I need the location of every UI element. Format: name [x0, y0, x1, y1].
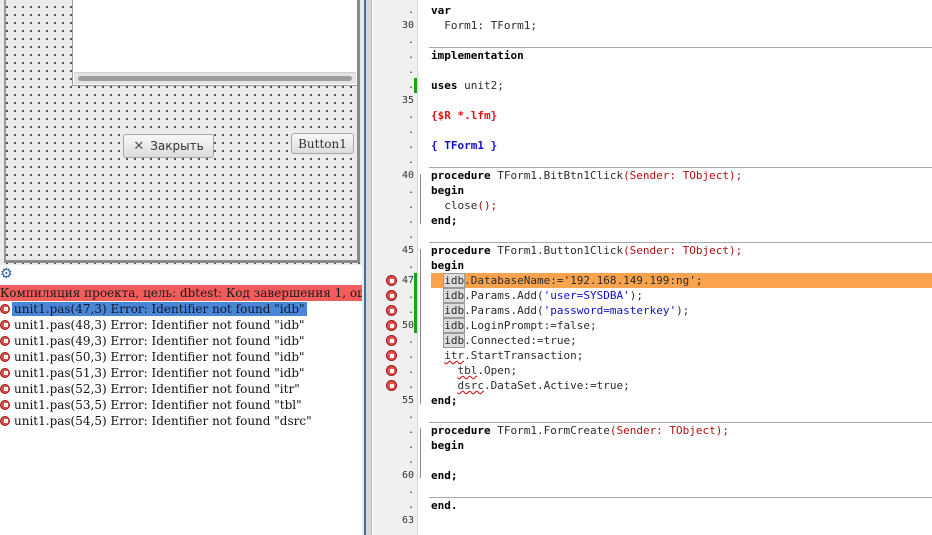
- line-number: 55: [401, 395, 414, 406]
- message-item[interactable]: unit1.pas(48,3) Error: Identifier not fo…: [0, 317, 362, 333]
- line-number: .: [407, 50, 414, 61]
- error-marker-icon[interactable]: [386, 380, 397, 391]
- button1[interactable]: Button1: [291, 133, 354, 154]
- messages-toolbar: ⚙: [0, 265, 362, 285]
- line-number: .: [407, 485, 414, 496]
- code-line: procedure TForm1.Button1Click(Sender: TO…: [431, 244, 743, 257]
- line-number: .: [407, 425, 414, 436]
- line-number: .: [407, 65, 414, 76]
- line-number: .: [407, 410, 414, 421]
- error-marker-icon[interactable]: [386, 320, 397, 331]
- line-number: .: [407, 185, 414, 196]
- form-designer[interactable]: ✕ Закрыть Button1: [0, 0, 365, 265]
- line-number: .: [407, 5, 414, 16]
- line-number: .: [407, 35, 414, 46]
- form-border-bottom: [4, 260, 359, 263]
- error-icon: [0, 352, 10, 362]
- code-line: var: [431, 4, 451, 17]
- scrollbar-thumb[interactable]: [78, 76, 352, 81]
- code-line: end;: [431, 394, 458, 407]
- close-x-icon: ✕: [133, 138, 145, 154]
- line-number: .: [407, 155, 414, 166]
- code-line: procedure TForm1.BitBtn1Click(Sender: TO…: [431, 169, 743, 182]
- fold-line: [420, 249, 421, 404]
- message-item[interactable]: unit1.pas(52,3) Error: Identifier not fo…: [0, 381, 362, 397]
- line-number: .: [407, 110, 414, 121]
- message-item[interactable]: unit1.pas(49,3) Error: Identifier not fo…: [0, 333, 362, 349]
- change-marker: [414, 78, 417, 93]
- error-marker-icon[interactable]: [386, 335, 397, 346]
- line-number: 35: [401, 95, 414, 106]
- code-line: itr.StartTransaction;: [444, 349, 584, 362]
- line-number: 63: [401, 515, 414, 526]
- code-line: end;: [431, 214, 458, 227]
- line-number: .: [407, 230, 414, 241]
- message-item[interactable]: unit1.pas(47,3) Error: Identifier not fo…: [0, 301, 362, 317]
- line-number: 45: [401, 245, 414, 256]
- fold-line: [420, 174, 421, 224]
- editor-left-edge: [366, 0, 372, 535]
- code-line: idb.Params.Add('user=SYSDBA');: [443, 288, 643, 303]
- line-number: .: [407, 260, 414, 271]
- error-icon: [0, 304, 10, 314]
- code-line: idb.Params.Add('password=masterkey');: [443, 303, 690, 318]
- listbox-component[interactable]: [72, 0, 358, 86]
- code-line: begin: [431, 184, 465, 197]
- code-line: procedure TForm1.FormCreate(Sender: TObj…: [431, 424, 730, 437]
- fold-line: [420, 428, 421, 478]
- code-line: end.: [431, 499, 458, 512]
- code-line: begin: [431, 439, 465, 452]
- line-number: .: [407, 200, 414, 211]
- button1-label: Button1: [298, 136, 347, 151]
- error-marker-icon[interactable]: [386, 365, 397, 376]
- message-item[interactable]: unit1.pas(54,5) Error: Identifier not fo…: [0, 413, 362, 429]
- code-line: Form1: TForm1;: [431, 19, 537, 32]
- error-icon: [0, 320, 10, 330]
- code-line: dsrc.DataSet.Active:=true;: [457, 379, 630, 392]
- close-bitbtn[interactable]: ✕ Закрыть: [123, 134, 214, 158]
- code-line: close();: [431, 199, 498, 212]
- code-line: tbl.Open;: [457, 364, 518, 377]
- line-number: .: [407, 215, 414, 226]
- message-item[interactable]: unit1.pas(51,3) Error: Identifier not fo…: [0, 365, 362, 381]
- code-line: uses unit2;: [431, 79, 504, 92]
- code-line: { TForm1 }: [431, 139, 498, 152]
- line-number: .: [407, 80, 414, 91]
- error-icon: [0, 400, 10, 410]
- code-line: idb.LoginPrompt:=false;: [443, 318, 597, 333]
- error-icon: [0, 336, 10, 346]
- section-separator: [429, 497, 932, 498]
- message-item[interactable]: unit1.pas(53,5) Error: Identifier not fo…: [0, 397, 362, 413]
- error-icon: [0, 384, 10, 394]
- line-number: .: [407, 500, 414, 511]
- line-number: .: [407, 125, 414, 136]
- close-button-label: Закрыть: [150, 139, 204, 153]
- line-number: .: [407, 440, 414, 451]
- line-number: 30: [401, 20, 414, 31]
- change-marker: [414, 273, 417, 333]
- gear-icon[interactable]: ⚙: [0, 266, 13, 282]
- code-line: {$R *.lfm}: [431, 109, 498, 122]
- error-marker-icon[interactable]: [386, 275, 397, 286]
- code-line: begin: [431, 259, 465, 272]
- compile-status-header[interactable]: Компиляция проекта, цель: dbtest: Код за…: [0, 285, 362, 301]
- error-marker-icon[interactable]: [386, 290, 397, 301]
- code-line: implementation: [431, 49, 524, 62]
- error-marker-icon[interactable]: [386, 305, 397, 316]
- code-line: idb.DatabaseName:='192.168.149.199:ng';: [443, 273, 703, 288]
- line-number: 60: [401, 470, 414, 481]
- error-icon: [0, 368, 10, 378]
- line-number: 40: [401, 170, 414, 181]
- line-number: .: [407, 140, 414, 151]
- listbox-horizontal-scrollbar[interactable]: [74, 72, 356, 84]
- line-number: .: [407, 455, 414, 466]
- code-line: end;: [431, 469, 458, 482]
- error-icon: [0, 416, 10, 426]
- form-border-left: [4, 0, 6, 262]
- message-list: unit1.pas(47,3) Error: Identifier not fo…: [0, 301, 362, 429]
- code-line: idb.Connected:=true;: [443, 333, 577, 348]
- error-marker-icon[interactable]: [386, 350, 397, 361]
- message-item[interactable]: unit1.pas(50,3) Error: Identifier not fo…: [0, 349, 362, 365]
